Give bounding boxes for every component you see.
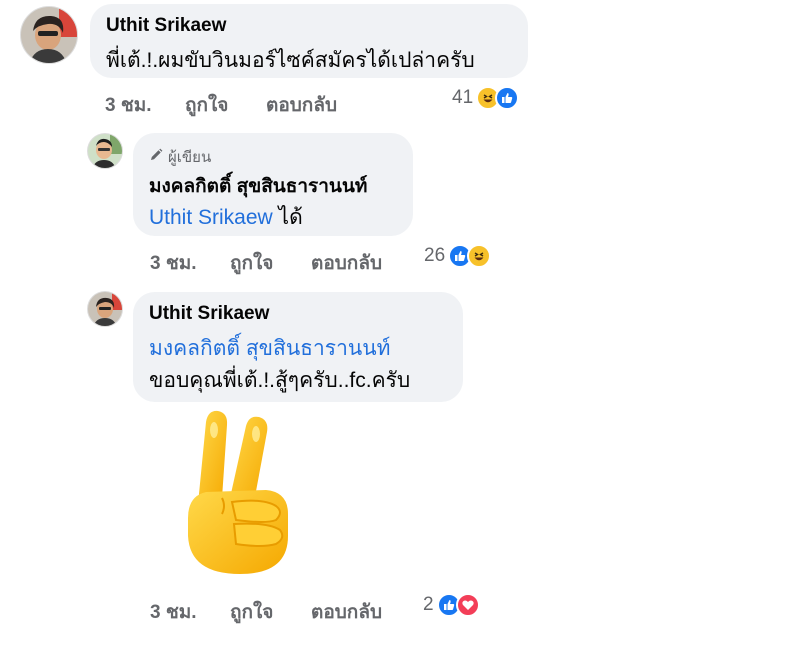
like-button[interactable]: ถูกใจ — [230, 248, 273, 278]
love-icon — [455, 593, 480, 617]
reply-text: ขอบคุณพี่เต้.!.สู้ๆครับ..fc.ครับ — [149, 369, 411, 392]
reaction-count: 26 — [424, 245, 446, 266]
like-button[interactable]: ถูกใจ — [185, 90, 228, 120]
author-badge: ผู้เขียน — [149, 145, 211, 169]
reaction-count: 2 — [423, 594, 434, 615]
reply-author[interactable]: มงคลกิตติ์ สุขสินธารานนท์ — [149, 171, 367, 201]
reply-bubble: Uthit Srikaew มงคลกิตติ์ สุขสินธารานนท์ … — [133, 292, 463, 402]
reaction-count: 41 — [452, 87, 474, 108]
reply-author[interactable]: Uthit Srikaew — [149, 303, 269, 325]
reply-time[interactable]: 3 ชม. — [150, 248, 197, 278]
avatar[interactable] — [87, 133, 123, 169]
comment-author[interactable]: Uthit Srikaew — [106, 15, 226, 37]
reply-text-body: ได้ — [272, 206, 303, 229]
avatar[interactable] — [20, 6, 78, 64]
reply-time[interactable]: 3 ชม. — [150, 597, 197, 627]
comment-time[interactable]: 3 ชม. — [105, 90, 152, 120]
reply-bubble: ผู้เขียน มงคลกิตติ์ สุขสินธารานนท์ Uthit… — [133, 133, 413, 236]
reply-button[interactable]: ตอบกลับ — [311, 597, 382, 627]
reply-button[interactable]: ตอบกลับ — [311, 248, 382, 278]
reply-button[interactable]: ตอบกลับ — [266, 90, 337, 120]
reaction-summary[interactable]: 41 — [452, 86, 520, 110]
reaction-summary[interactable]: 26 — [424, 244, 492, 268]
like-icon — [495, 86, 520, 110]
reaction-summary[interactable]: 2 — [423, 593, 480, 617]
comment-text: พี่เต้.!.ผมขับวินมอร์ไซค์สมัครได้เปล่าคร… — [106, 49, 475, 72]
author-badge-label: ผู้เขียน — [168, 149, 212, 166]
haha-icon — [467, 244, 492, 268]
victory-hand-emoji[interactable] — [176, 406, 296, 578]
mention-link[interactable]: มงคลกิตติ์ สุขสินธารานนท์ — [149, 332, 390, 365]
comment-bubble: Uthit Srikaew พี่เต้.!.ผมขับวินมอร์ไซค์ส… — [90, 4, 528, 78]
pencil-icon — [149, 148, 163, 166]
reply-text: Uthit Srikaew ได้ — [149, 201, 303, 234]
like-button[interactable]: ถูกใจ — [230, 597, 273, 627]
avatar[interactable] — [87, 291, 123, 327]
mention-link[interactable]: Uthit Srikaew — [149, 206, 273, 229]
